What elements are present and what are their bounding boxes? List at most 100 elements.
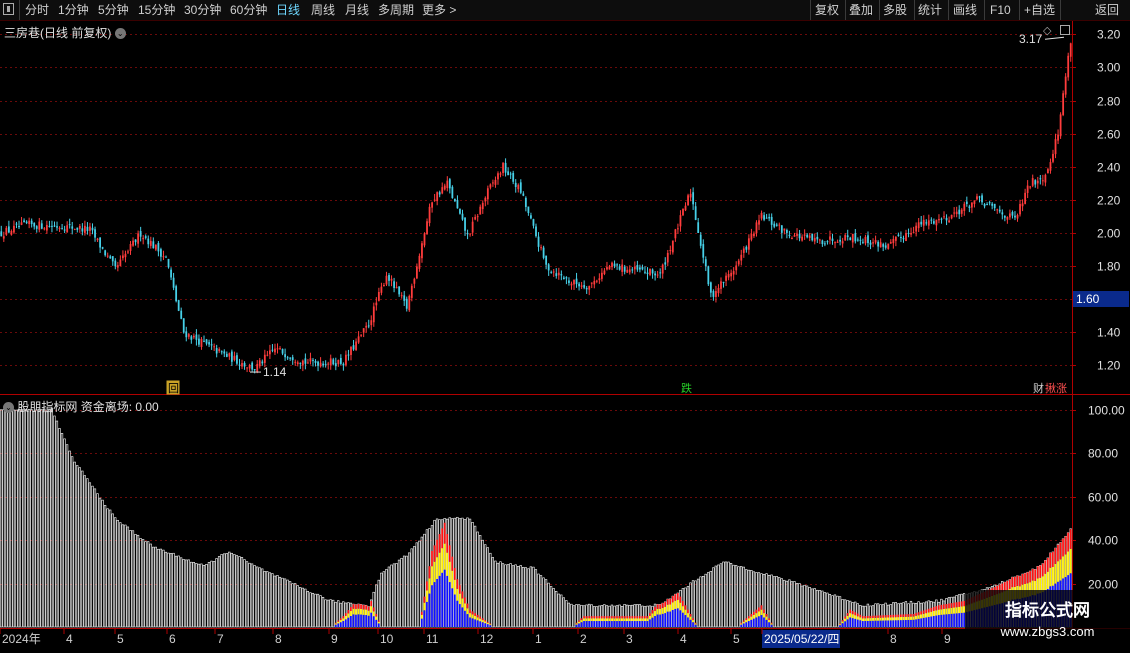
candle bbox=[570, 281, 573, 290]
candle-body bbox=[785, 230, 788, 233]
tab-daily[interactable]: 日线 bbox=[276, 2, 300, 18]
tab-monthly[interactable]: 月线 bbox=[345, 2, 369, 18]
indicator-bar-blue bbox=[694, 624, 697, 627]
tab-5min[interactable]: 5分钟 bbox=[98, 2, 129, 18]
indicator-bar-blue bbox=[600, 621, 603, 627]
adjust-button[interactable]: 复权 bbox=[815, 2, 839, 18]
candle bbox=[182, 318, 185, 334]
indicator-bar-red bbox=[350, 607, 352, 612]
indicator-bar-red bbox=[879, 615, 882, 618]
panel-toggle-icon[interactable] bbox=[1060, 25, 1070, 35]
statistics-button[interactable]: 统计 bbox=[918, 2, 942, 18]
candle bbox=[679, 210, 682, 232]
candle bbox=[930, 217, 933, 225]
event-marker[interactable]: 财 bbox=[1032, 381, 1044, 395]
chevron-down-icon[interactable]: ⌄ bbox=[3, 402, 14, 414]
candle bbox=[253, 368, 256, 374]
tab-more[interactable]: 更多 > bbox=[422, 2, 456, 18]
tab-15min[interactable]: 15分钟 bbox=[138, 2, 175, 18]
indicator-bar-yellow bbox=[377, 621, 380, 624]
event-marker[interactable]: 揪涨 bbox=[1044, 381, 1067, 395]
candle-body bbox=[550, 271, 553, 273]
tab-30min[interactable]: 30分钟 bbox=[184, 2, 221, 18]
indicator-bar bbox=[200, 563, 203, 628]
candle bbox=[831, 233, 834, 245]
indicator-bar bbox=[854, 601, 857, 628]
candle bbox=[512, 170, 515, 185]
candle bbox=[0, 225, 3, 237]
indicator-bar-red bbox=[877, 615, 879, 618]
watchlist-add-button[interactable]: +自选 bbox=[1024, 2, 1055, 18]
indicator-bar-outline bbox=[12, 409, 16, 628]
diamond-icon[interactable]: ◇ bbox=[1043, 24, 1051, 37]
indicator-bar bbox=[146, 541, 150, 628]
tab-multi-period[interactable]: 多周期 bbox=[378, 2, 414, 18]
indicator-bar-outline bbox=[293, 583, 297, 628]
candle-body bbox=[1054, 139, 1057, 155]
indicator-bar-yellow bbox=[925, 613, 928, 618]
candle-body bbox=[436, 192, 439, 202]
indicator-bar-blue bbox=[471, 618, 474, 627]
candle-body bbox=[83, 225, 86, 233]
indicator-bar-outline bbox=[570, 603, 573, 628]
back-button[interactable]: 返回 bbox=[1095, 2, 1119, 18]
event-marker[interactable]: 回 bbox=[166, 380, 180, 395]
candle-body bbox=[286, 357, 289, 359]
candle-body bbox=[915, 225, 918, 232]
indicator-bar bbox=[420, 536, 424, 628]
overlay-button[interactable]: 叠加 bbox=[849, 2, 873, 18]
indicator-bar-red bbox=[945, 603, 948, 609]
candle-body bbox=[542, 247, 545, 258]
indicator-bar bbox=[919, 602, 923, 628]
indicator-bar-outline bbox=[296, 585, 299, 628]
indicator-bar-outline bbox=[70, 456, 74, 628]
candle-body bbox=[200, 339, 203, 347]
candle-body bbox=[469, 233, 472, 235]
indicator-bar bbox=[511, 565, 515, 628]
indicator-bar-outline bbox=[471, 522, 474, 628]
multi-stock-button[interactable]: 多股 bbox=[883, 2, 907, 18]
candle-body bbox=[104, 250, 107, 256]
indicator-bar-red bbox=[342, 616, 345, 619]
chevron-down-icon[interactable]: ⌄ bbox=[114, 28, 126, 40]
candle-body bbox=[205, 339, 208, 344]
indicator-bar-blue bbox=[588, 621, 590, 627]
indicator-bar-blue bbox=[674, 608, 677, 627]
indicator-bar bbox=[78, 467, 81, 628]
window-menu-icon[interactable] bbox=[3, 3, 14, 15]
candle-body bbox=[345, 354, 347, 365]
candle bbox=[45, 220, 48, 234]
indicator-bar bbox=[359, 604, 363, 628]
draw-line-button[interactable]: 画线 bbox=[953, 2, 977, 18]
indicator-bar bbox=[195, 563, 198, 628]
indicator-bar-yellow bbox=[740, 623, 743, 625]
indicator-bar-red bbox=[631, 616, 634, 619]
candle bbox=[1009, 209, 1011, 220]
candle bbox=[322, 361, 325, 368]
candle-body bbox=[61, 228, 63, 230]
tab-60min[interactable]: 60分钟 bbox=[230, 2, 267, 18]
indicator-bar-blue bbox=[654, 616, 656, 627]
candle bbox=[996, 208, 999, 214]
indicator-bar-outline bbox=[694, 580, 697, 628]
tab-weekly[interactable]: 周线 bbox=[311, 2, 335, 18]
candle-body bbox=[187, 334, 190, 337]
toolbar-divider bbox=[810, 0, 811, 20]
candle-body bbox=[796, 233, 798, 236]
tab-1min[interactable]: 1分钟 bbox=[58, 2, 89, 18]
candle-body bbox=[350, 346, 352, 355]
stock-chart[interactable]: 3.203.002.802.602.402.202.001.801.601.40… bbox=[0, 21, 1130, 650]
candle-body bbox=[811, 233, 814, 241]
tab-intraday[interactable]: 分时 bbox=[25, 2, 49, 18]
candle bbox=[312, 357, 314, 367]
indicator-bar bbox=[544, 579, 548, 628]
indicator-bar bbox=[243, 559, 246, 628]
f10-button[interactable]: F10 bbox=[990, 2, 1011, 18]
candle-body bbox=[1026, 185, 1029, 193]
indicator-bar-red bbox=[360, 604, 362, 609]
indicator-bar-blue bbox=[841, 623, 844, 627]
candle bbox=[519, 179, 522, 195]
indicator-bar-outline bbox=[516, 566, 520, 628]
candle bbox=[365, 322, 368, 333]
event-marker[interactable]: 跌 bbox=[680, 381, 692, 395]
